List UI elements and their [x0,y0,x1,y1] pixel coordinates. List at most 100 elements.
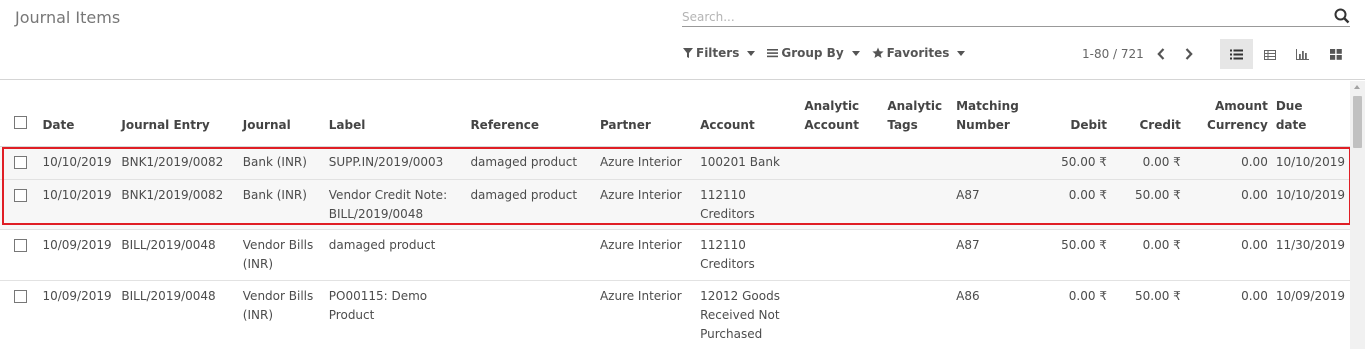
cell-account[interactable]: 100201 Bank [696,146,800,179]
table-row[interactable]: 10/09/2019 BILL/2019/0048 Vendor Bills (IN… [0,229,1350,280]
cell-reference[interactable]: damaged product [466,179,596,229]
column-due-date[interactable]: Due date [1272,89,1350,146]
cell-credit[interactable]: 0.00 ₹ [1111,229,1185,280]
row-checkbox[interactable] [14,289,27,303]
column-analytic-tags[interactable]: Analytic Tags [883,89,952,146]
cell-journal[interactable]: Bank (INR) [239,146,325,179]
cell-analytic-account[interactable] [800,179,883,229]
column-debit[interactable]: Debit [1049,89,1111,146]
cell-label[interactable]: SUPP.IN/2019/0003 [325,146,467,179]
table-row[interactable]: 10/09/2019 BILL/2019/0048 Vendor Bills (IN… [0,280,1350,349]
caret-down-icon [747,50,756,56]
column-journal[interactable]: Journal [239,89,325,146]
cell-analytic-account[interactable] [800,229,883,280]
cell-analytic-account[interactable] [800,146,883,179]
cell-analytic-tags[interactable] [883,280,952,349]
cell-partner[interactable]: Azure Interior [596,280,696,349]
column-partner[interactable]: Partner [596,89,696,146]
cell-credit[interactable]: 0.00 ₹ [1111,146,1185,179]
cell-debit[interactable]: 50.00 ₹ [1049,146,1111,179]
pager-next-button[interactable] [1180,44,1198,64]
cell-journal[interactable]: Vendor Bills (INR) [239,280,325,349]
cell-due-date[interactable]: 10/10/2019 [1272,146,1350,179]
column-account[interactable]: Account [696,89,800,146]
column-reference[interactable]: Reference [466,89,596,146]
table-row[interactable]: 10/10/2019 BNK1/2019/0082 Bank (INR) Vendor… [0,179,1350,229]
cell-matching-number[interactable]: A86 [952,280,1049,349]
cell-due-date[interactable]: 10/10/2019 [1272,179,1350,229]
row-checkbox[interactable] [14,188,27,202]
row-checkbox[interactable] [14,238,27,252]
cell-journal-entry[interactable]: BNK1/2019/0082 [117,179,238,229]
view-switcher [1220,39,1352,69]
cell-analytic-tags[interactable] [883,229,952,280]
cell-reference[interactable] [466,229,596,280]
row-select-cell [0,179,38,229]
column-label[interactable]: Label [325,89,467,146]
pivot-view-button[interactable] [1253,39,1286,69]
column-journal-entry[interactable]: Journal Entry [117,89,238,146]
search-options: Filters Group By Favorites [683,46,966,60]
vertical-scrollbar[interactable] [1350,81,1365,349]
kanban-view-button[interactable] [1319,39,1352,69]
cell-date[interactable]: 10/10/2019 [38,179,117,229]
cell-journal-entry[interactable]: BNK1/2019/0082 [117,146,238,179]
cell-amount-currency[interactable]: 0.00 [1185,146,1272,179]
cell-journal[interactable]: Bank (INR) [239,179,325,229]
favorites-button[interactable]: Favorites [872,46,966,60]
cell-analytic-tags[interactable] [883,146,952,179]
cell-matching-number[interactable]: A87 [952,229,1049,280]
cell-partner[interactable]: Azure Interior [596,229,696,280]
cell-reference[interactable]: damaged product [466,146,596,179]
cell-debit[interactable]: 50.00 ₹ [1049,229,1111,280]
cell-journal-entry[interactable]: BILL/2019/0048 [117,280,238,349]
cell-partner[interactable]: Azure Interior [596,179,696,229]
cell-date[interactable]: 10/09/2019 [38,280,117,349]
cell-label[interactable]: PO00115: Demo Product [325,280,467,349]
cell-partner[interactable]: Azure Interior [596,146,696,179]
cell-label[interactable]: Vendor Credit Note: BILL/2019/0048 [325,179,467,229]
row-checkbox[interactable] [14,155,27,169]
cell-due-date[interactable]: 11/30/2019 [1272,229,1350,280]
column-credit[interactable]: Credit [1111,89,1185,146]
cell-credit[interactable]: 50.00 ₹ [1111,280,1185,349]
cell-journal-entry[interactable]: BILL/2019/0048 [117,229,238,280]
select-all-checkbox[interactable] [14,115,27,129]
cell-analytic-account[interactable] [800,280,883,349]
group-by-button[interactable]: Group By [767,46,860,60]
search-bar[interactable] [682,6,1350,27]
cell-label[interactable]: damaged product [325,229,467,280]
scrollbar-thumb[interactable] [1353,96,1362,148]
pager-value[interactable]: 1-80 / 721 [1082,47,1144,61]
cell-matching-number[interactable]: A87 [952,179,1049,229]
pager-previous-button[interactable] [1152,44,1170,64]
cell-date[interactable]: 10/10/2019 [38,146,117,179]
column-label-line: Analytic [887,98,943,113]
cell-journal[interactable]: Vendor Bills (INR) [239,229,325,280]
table-row[interactable]: 10/10/2019 BNK1/2019/0082 Bank (INR) SUPP.I… [0,146,1350,179]
cell-account[interactable]: 112110 Creditors [696,229,800,280]
column-analytic-account[interactable]: Analytic Account [800,89,883,146]
cell-reference[interactable] [466,280,596,349]
search-input[interactable] [682,8,1322,26]
cell-credit[interactable]: 50.00 ₹ [1111,179,1185,229]
scroll-up-icon[interactable] [1354,85,1360,89]
cell-due-date[interactable]: 10/09/2019 [1272,280,1350,349]
cell-amount-currency[interactable]: 0.00 [1185,179,1272,229]
cell-debit[interactable]: 0.00 ₹ [1049,179,1111,229]
cell-debit[interactable]: 0.00 ₹ [1049,280,1111,349]
column-amount-currency[interactable]: Amount Currency [1185,89,1272,146]
column-matching-number[interactable]: Matching Number [952,89,1049,146]
filters-button[interactable]: Filters [683,46,756,60]
cell-date[interactable]: 10/09/2019 [38,229,117,280]
cell-account[interactable]: 12012 Goods Received Not Purchased [696,280,800,349]
cell-matching-number[interactable] [952,146,1049,179]
cell-account[interactable]: 112110 Creditors [696,179,800,229]
cell-analytic-tags[interactable] [883,179,952,229]
cell-amount-currency[interactable]: 0.00 [1185,229,1272,280]
column-date[interactable]: Date [38,89,117,146]
list-view-button[interactable] [1220,39,1253,69]
search-icon[interactable] [1334,8,1350,24]
graph-view-button[interactable] [1286,39,1319,69]
cell-amount-currency[interactable]: 0.00 [1185,280,1272,349]
